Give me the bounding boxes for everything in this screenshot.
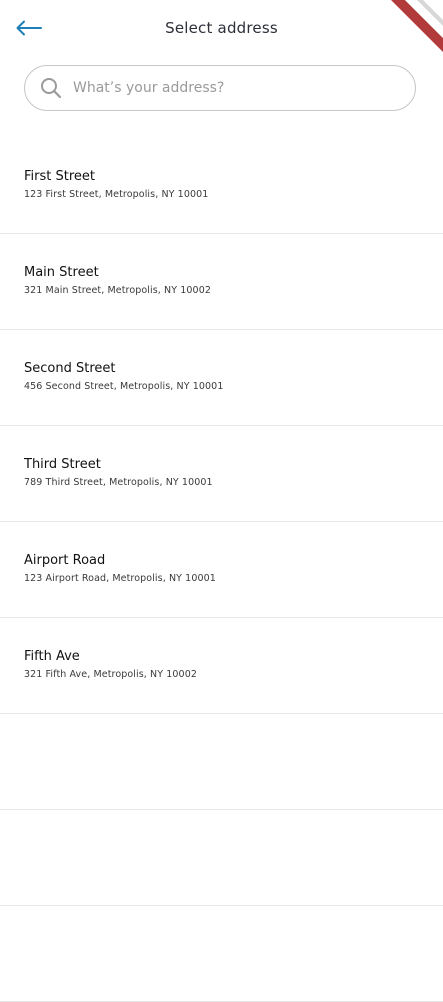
address-detail: 123 First Street, Metropolis, NY 10001: [24, 189, 209, 200]
address-name: Third Street: [24, 457, 101, 472]
address-item[interactable]: Second Street 456 Second Street, Metropo…: [0, 330, 443, 426]
address-name: Fifth Ave: [24, 649, 80, 664]
address-detail: 321 Main Street, Metropolis, NY 10002: [24, 285, 211, 296]
address-item[interactable]: Airport Road 123 Airport Road, Metropoli…: [0, 522, 443, 618]
page-title: Select address: [165, 19, 278, 37]
search-icon: [39, 76, 63, 100]
address-item[interactable]: Fifth Ave 321 Fifth Ave, Metropolis, NY …: [0, 618, 443, 714]
address-name: Main Street: [24, 265, 99, 280]
address-item[interactable]: [0, 714, 443, 810]
address-name: First Street: [24, 169, 95, 184]
address-item[interactable]: Third Street 789 Third Street, Metropoli…: [0, 426, 443, 522]
address-list: First Street 123 First Street, Metropoli…: [0, 138, 443, 1002]
search-input[interactable]: [73, 80, 373, 96]
header-bar: Select address: [0, 0, 443, 58]
address-name: Airport Road: [24, 553, 106, 568]
address-item[interactable]: First Street 123 First Street, Metropoli…: [0, 138, 443, 234]
address-item[interactable]: [0, 906, 443, 1002]
address-detail: 321 Fifth Ave, Metropolis, NY 10002: [24, 669, 197, 680]
address-name: Second Street: [24, 361, 116, 376]
address-item[interactable]: Main Street 321 Main Street, Metropolis,…: [0, 234, 443, 330]
address-detail: 123 Airport Road, Metropolis, NY 10001: [24, 573, 216, 584]
address-item[interactable]: [0, 810, 443, 906]
search-box[interactable]: [24, 65, 416, 111]
address-detail: 789 Third Street, Metropolis, NY 10001: [24, 477, 213, 488]
address-detail: 456 Second Street, Metropolis, NY 10001: [24, 381, 224, 392]
